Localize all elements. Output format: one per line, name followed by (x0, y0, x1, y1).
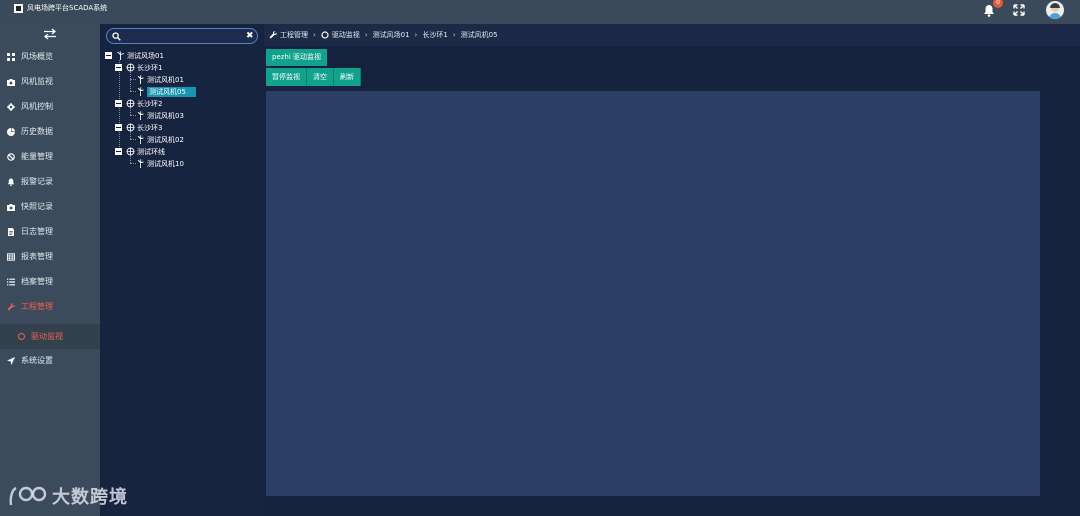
tree-node-group[interactable]: 长沙环2 (115, 98, 162, 109)
turbine-icon (137, 135, 144, 144)
sidebar-item-turbine-monitor[interactable]: 风机监视 (0, 69, 100, 94)
camera-icon (7, 78, 15, 86)
sidebar-item-label: 历史数据 (21, 127, 53, 136)
gear-icon (7, 102, 15, 111)
sidebar-item-reports[interactable]: 报表管理 (0, 244, 100, 269)
pause-monitor-button[interactable]: 暂停监视 (266, 68, 307, 86)
grid-icon (7, 52, 15, 61)
tree-node-turbine[interactable]: 测试风机03 (136, 110, 184, 121)
tree-search-input[interactable] (124, 30, 242, 42)
chevron-right-icon: › (452, 31, 456, 39)
wind-farm-icon (117, 51, 125, 60)
fullscreen-icon[interactable] (1013, 4, 1025, 16)
chevron-right-icon: › (313, 31, 316, 39)
sidebar-item-label: 档案管理 (21, 277, 53, 286)
sidebar-item-label: 系统设置 (21, 356, 53, 365)
no-entry-icon (7, 152, 15, 161)
arrow-icon (7, 356, 15, 365)
notification-badge: 0 (993, 0, 1003, 8)
sidebar-item-label: 报表管理 (21, 252, 53, 261)
sidebar-subitem-label: 驱动监视 (31, 332, 63, 341)
tree-node-group[interactable]: 测试环线 (115, 146, 165, 157)
menu-collapse-icon[interactable] (43, 28, 57, 40)
device-tree-panel: ✖ 测试风场01 长沙环1 测试风机01 测试风机05 长沙环2 测试风机03 … (100, 24, 264, 516)
tab-drive-monitor[interactable]: pezhi 驱动监视 (266, 49, 328, 66)
sidebar-item-archives[interactable]: 档案管理 (0, 269, 100, 294)
table-icon (7, 252, 15, 261)
tree-node-turbine[interactable]: 测试风机02 (136, 134, 184, 145)
user-avatar[interactable] (1046, 1, 1064, 19)
breadcrumb-item[interactable]: 长沙环1 (422, 30, 447, 40)
wrench-icon (269, 31, 277, 39)
collapse-toggle-icon[interactable] (115, 124, 122, 131)
monitor-display-area (266, 91, 1040, 496)
wrench-icon (7, 302, 15, 310)
collapse-toggle-icon[interactable] (115, 100, 122, 107)
ring-network-icon (126, 63, 135, 72)
top-bar: 风电场跨平台SCADA系统 0 (0, 0, 1080, 24)
list-icon (7, 278, 15, 285)
clear-button[interactable]: 清空 (307, 68, 334, 86)
watermark-text: 大数跨境 (52, 487, 128, 508)
sidebar-item-label: 风机监视 (21, 77, 53, 86)
sidebar-item-label: 工程管理 (21, 302, 53, 311)
sidebar-item-snapshots[interactable]: 快照记录 (0, 194, 100, 219)
turbine-icon (137, 87, 144, 96)
tree-node-root[interactable]: 测试风场01 (105, 50, 164, 61)
tree-node-turbine[interactable]: 测试风机01 (136, 74, 184, 85)
breadcrumb-item: 测试风机05 (460, 31, 498, 39)
tree-node-group[interactable]: 长沙环3 (115, 122, 162, 133)
bell-icon (7, 178, 15, 186)
search-icon (112, 32, 121, 41)
collapse-toggle-icon[interactable] (115, 64, 122, 71)
sidebar-item-settings[interactable]: 系统设置 (0, 348, 100, 373)
sidebar-item-label: 风机控制 (21, 102, 53, 111)
sidebar-item-overview[interactable]: 风场概览 (0, 44, 100, 69)
turbine-icon (137, 111, 144, 120)
ring-network-icon (126, 123, 135, 132)
collapse-toggle-icon[interactable] (105, 52, 112, 59)
watermark: 大数跨境 (8, 483, 128, 509)
clear-icon[interactable]: ✖ (246, 31, 254, 41)
sidebar-item-logs[interactable]: 日志管理 (0, 219, 100, 244)
sidebar-item-energy[interactable]: 能量管理 (0, 144, 100, 169)
watermark-logo-icon (9, 486, 47, 506)
breadcrumb-item[interactable]: 工程管理 (280, 30, 308, 40)
sidebar-item-label: 日志管理 (21, 227, 53, 236)
tree-search-box: ✖ (106, 28, 258, 44)
chevron-right-icon: › (414, 31, 418, 39)
chevron-right-icon: › (364, 31, 368, 39)
sidebar-item-label: 能量管理 (21, 152, 53, 161)
ring-network-icon (126, 99, 135, 108)
camera-icon (7, 203, 15, 211)
breadcrumb-item[interactable]: 驱动监视 (332, 30, 360, 40)
sidebar-item-label: 报警记录 (21, 177, 53, 186)
sidebar-item-label: 快照记录 (21, 202, 53, 211)
app-logo-icon (14, 4, 23, 13)
sidebar-item-label: 风场概览 (21, 52, 53, 61)
breadcrumb: 工程管理 › 驱动监视 › 测试风场01 › 长沙环1 › 测试风机05 (264, 24, 1080, 46)
tree-node-turbine-selected[interactable]: 测试风机05 (136, 86, 196, 97)
sidebar-item-engineering[interactable]: 工程管理 (0, 294, 100, 319)
tree-node-turbine[interactable]: 测试风机10 (136, 158, 184, 169)
turbine-icon (137, 75, 144, 84)
breadcrumb-item[interactable]: 测试风场01 (373, 30, 410, 40)
tree-node-group[interactable]: 长沙环1 (115, 62, 162, 73)
sidebar: 风场概览 风机监视 风机控制 历史数据 能量管理 报警记录 快照记录 日志管理 … (0, 24, 100, 516)
app-title: 风电场跨平台SCADA系统 (27, 4, 108, 12)
circle-icon (18, 333, 25, 340)
turbine-icon (137, 159, 144, 168)
pie-chart-icon (7, 127, 15, 136)
monitor-toolbar: 暂停监视 清空 刷新 (266, 68, 361, 86)
collapse-toggle-icon[interactable] (115, 148, 122, 155)
circle-icon (321, 31, 329, 39)
sidebar-item-alarms[interactable]: 报警记录 (0, 169, 100, 194)
main-content: pezhi 驱动监视 暂停监视 清空 刷新 (264, 46, 1080, 516)
ring-network-icon (126, 147, 135, 156)
sidebar-item-turbine-control[interactable]: 风机控制 (0, 94, 100, 119)
sidebar-subitem-drive-monitor[interactable]: 驱动监视 (0, 324, 100, 349)
document-icon (8, 227, 14, 236)
refresh-button[interactable]: 刷新 (334, 68, 361, 86)
sidebar-item-history[interactable]: 历史数据 (0, 119, 100, 144)
